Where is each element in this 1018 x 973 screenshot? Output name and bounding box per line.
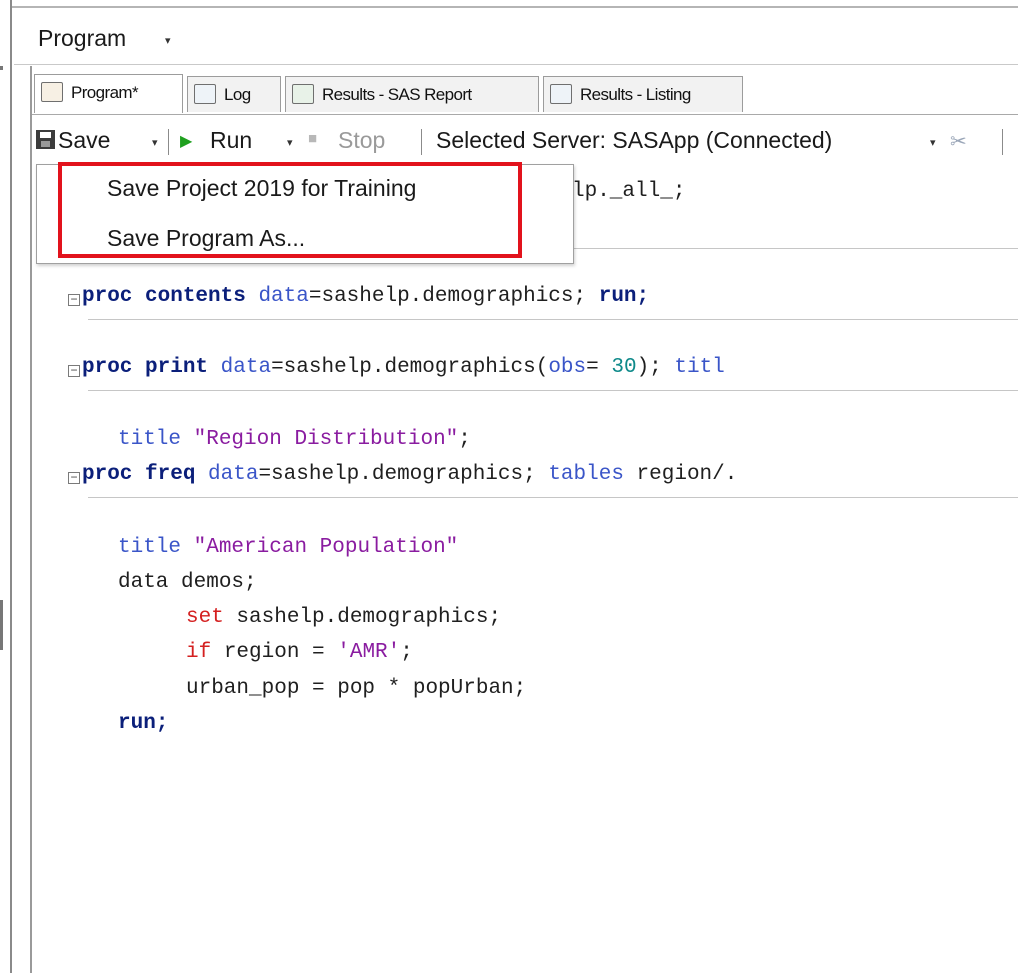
run-icon[interactable]: ▶ xyxy=(180,131,192,151)
tab-label: Log xyxy=(224,85,251,104)
code-line: proc print data=sashelp.demographics(obs… xyxy=(82,356,725,379)
tab-label: Results - SAS Report xyxy=(322,85,472,104)
tab-label: Program* xyxy=(71,83,139,102)
program-window-header: Program ▾ xyxy=(14,8,1018,65)
collapse-toggle-icon[interactable]: − xyxy=(68,364,80,377)
tab-label: Results - Listing xyxy=(580,85,691,104)
toolbar-separator xyxy=(168,129,169,155)
toolbar-separator xyxy=(421,129,422,155)
code-line: urban_pop = pop * popUrban; xyxy=(186,677,527,700)
code-line: title "Region Distribution"; xyxy=(118,428,471,451)
listing-icon xyxy=(550,84,572,104)
save-button[interactable]: Save xyxy=(58,127,110,154)
stop-button[interactable]: Stop xyxy=(338,127,385,154)
tab-log[interactable]: Log xyxy=(187,76,281,112)
stop-icon: ■ xyxy=(308,130,318,147)
window-title[interactable]: Program xyxy=(38,25,126,52)
section-divider xyxy=(88,390,1018,391)
code-line: if region = 'AMR'; xyxy=(186,641,413,664)
run-dropdown-arrow-icon[interactable]: ▾ xyxy=(287,136,293,149)
code-line: title "American Population" xyxy=(118,536,459,559)
section-divider xyxy=(88,497,1018,498)
collapse-toggle-icon[interactable]: − xyxy=(68,293,80,306)
sas-report-icon xyxy=(292,84,314,104)
selected-server-label[interactable]: Selected Server: SASApp (Connected) xyxy=(436,127,832,154)
run-button[interactable]: Run xyxy=(210,127,252,154)
tab-results-sas-report[interactable]: Results - SAS Report xyxy=(285,76,539,112)
title-dropdown-arrow-icon[interactable]: ▾ xyxy=(165,34,171,47)
program-toolbar: Save ▾ ▶ Run ▾ ■ Stop Selected Server: S… xyxy=(32,115,1018,165)
tab-results-listing[interactable]: Results - Listing xyxy=(543,76,743,112)
code-line: set sashelp.demographics; xyxy=(186,606,502,629)
left-edge-tick xyxy=(0,66,3,70)
code-line: data demos; xyxy=(118,571,257,594)
code-line: lp._all_; xyxy=(572,180,686,203)
save-dropdown-arrow-icon[interactable]: ▾ xyxy=(152,136,158,149)
left-edge-tick xyxy=(0,600,3,650)
code-line: proc freq data=sashelp.demographics; tab… xyxy=(82,463,738,486)
code-line: run; xyxy=(118,712,169,735)
program-icon xyxy=(41,82,63,102)
log-icon xyxy=(194,84,216,104)
tab-strip: Program* Log Results - SAS Report Result… xyxy=(32,70,1018,115)
highlight-annotation-box xyxy=(58,162,522,258)
window-left-border xyxy=(10,0,12,973)
section-divider xyxy=(88,319,1018,320)
collapse-toggle-icon[interactable]: − xyxy=(68,471,80,484)
disconnect-icon[interactable]: ✂ xyxy=(950,129,967,154)
tab-program[interactable]: Program* xyxy=(34,74,183,113)
toolbar-separator xyxy=(1002,129,1003,155)
server-dropdown-arrow-icon[interactable]: ▾ xyxy=(930,136,936,149)
code-line: proc contents data=sashelp.demographics;… xyxy=(82,285,650,308)
code-editor[interactable]: lp._all_; − proc contents data=sashelp.d… xyxy=(34,166,1018,973)
save-disk-icon[interactable] xyxy=(36,130,55,149)
